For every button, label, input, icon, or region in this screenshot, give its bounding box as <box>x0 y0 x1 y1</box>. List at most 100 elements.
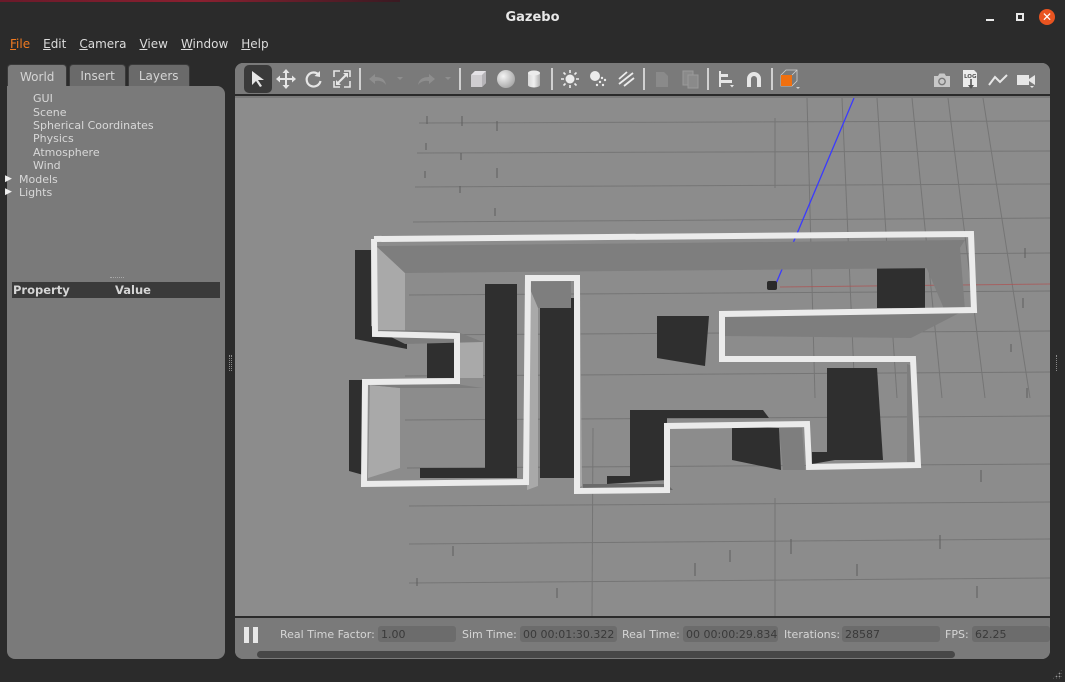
spot-light-button[interactable] <box>584 65 612 93</box>
menu-help-mnemonic: H <box>241 37 251 51</box>
minimize-button[interactable] <box>975 0 1005 34</box>
tree-item-lights[interactable]: ▶ Lights <box>5 186 154 199</box>
translate-mode-button[interactable] <box>272 65 300 93</box>
close-button[interactable]: ✕ <box>1035 0 1065 34</box>
toolbar-separator <box>771 67 773 90</box>
status-fields: Real Time Factor: 1.00 Sim Time: 00 00:0… <box>235 626 1050 644</box>
menu-edit-label: dit <box>50 37 67 51</box>
cylinder-shape-button[interactable] <box>520 65 548 93</box>
left-panel-tabs: World Insert Layers <box>7 64 192 88</box>
view-angle-button[interactable] <box>776 65 804 93</box>
menu-help-label: elp <box>250 37 269 51</box>
tab-insert[interactable]: Insert <box>69 64 126 87</box>
status-bar: Real Time Factor: 1.00 Sim Time: 00 00:0… <box>235 616 1050 659</box>
tree-item-label: Spherical Coordinates <box>33 118 154 132</box>
align-button[interactable] <box>712 65 740 93</box>
tree-item-models[interactable]: ▶ Models <box>5 172 154 186</box>
undo-button[interactable] <box>364 65 392 93</box>
paste-button[interactable] <box>676 65 704 93</box>
menu-window[interactable]: Window <box>176 37 233 51</box>
sim-time-value: 00 00:01:30.322 <box>520 626 617 642</box>
horizontal-scrollbar[interactable] <box>257 651 955 658</box>
tab-layers[interactable]: Layers <box>127 64 190 87</box>
view-cube-icon <box>780 69 800 89</box>
snap-button[interactable] <box>740 65 768 93</box>
panel-splitter-handle[interactable] <box>110 277 124 280</box>
scene-render <box>349 98 1050 616</box>
menu-bar: File Edit Camera View Window Help <box>0 34 277 54</box>
tree-item-spherical-coordinates[interactable]: Spherical Coordinates <box>19 119 154 132</box>
maximize-button[interactable] <box>1005 0 1035 34</box>
magnet-icon <box>747 71 761 87</box>
window-title: Gazebo <box>505 9 560 25</box>
scene-toolbar: LOG <box>235 63 1050 96</box>
plot-icon <box>988 73 1008 86</box>
align-icon <box>719 70 734 87</box>
video-record-button[interactable] <box>1012 66 1040 94</box>
menu-edit[interactable]: Edit <box>38 37 71 51</box>
menu-window-label: indow <box>192 37 229 51</box>
menu-help[interactable]: Help <box>236 37 273 51</box>
tree-item-gui[interactable]: GUI <box>19 92 154 105</box>
world-tree: GUI Scene Spherical Coordinates Physics … <box>5 92 154 199</box>
directional-light-icon <box>618 70 635 87</box>
plot-button[interactable] <box>984 66 1012 94</box>
redo-icon <box>418 73 435 85</box>
menu-window-mnemonic: W <box>180 37 193 51</box>
sphere-shape-button[interactable] <box>492 65 520 93</box>
wall-shadows <box>349 250 925 484</box>
window-resize-grip[interactable] <box>1052 669 1062 679</box>
real-time-label: Real Time: <box>622 628 680 641</box>
tree-item-label: Scene <box>33 105 67 119</box>
tree-item-physics[interactable]: Physics <box>19 132 154 145</box>
left-splitter-handle[interactable] <box>229 355 232 371</box>
expand-arrow-icon[interactable]: ▶ <box>5 187 19 197</box>
move-arrows-icon <box>276 68 296 89</box>
tree-item-scene[interactable]: Scene <box>19 105 154 119</box>
box-shape-button[interactable] <box>464 65 492 93</box>
tree-item-label: Wind <box>33 159 61 173</box>
tree-item-label: Physics <box>33 132 74 146</box>
redo-button[interactable] <box>412 65 440 93</box>
redo-history-dropdown[interactable] <box>440 65 456 93</box>
undo-icon <box>369 73 386 85</box>
menu-file-label: ile <box>16 37 31 51</box>
tab-world[interactable]: World <box>7 64 68 88</box>
screenshot-button[interactable] <box>928 66 956 94</box>
expand-arrow-icon[interactable]: ▶ <box>5 174 19 184</box>
copy-button[interactable] <box>648 65 676 93</box>
scene-frame: LOG Real Time Factor: 1.00 Sim Time: 00 … <box>235 63 1050 659</box>
camera-icon <box>934 73 950 87</box>
iterations-value: 28587 <box>842 626 940 642</box>
menu-file[interactable]: File <box>5 37 35 51</box>
tree-item-wind[interactable]: Wind <box>19 159 154 172</box>
menu-view[interactable]: View <box>134 37 172 51</box>
iterations-label: Iterations: <box>784 628 841 641</box>
point-light-button[interactable] <box>556 65 584 93</box>
video-camera-icon <box>1017 74 1035 88</box>
menu-camera[interactable]: Camera <box>74 37 131 51</box>
rotate-mode-button[interactable] <box>300 65 328 93</box>
chevron-down-icon <box>445 76 451 80</box>
tree-item-atmosphere[interactable]: Atmosphere <box>19 146 154 159</box>
select-mode-button[interactable] <box>244 64 272 93</box>
scale-mode-button[interactable] <box>328 65 356 93</box>
directional-light-button[interactable] <box>612 65 640 93</box>
undo-history-dropdown[interactable] <box>392 65 408 93</box>
world-panel: GUI Scene Spherical Coordinates Physics … <box>5 86 225 659</box>
copy-icon <box>656 71 668 87</box>
gazebo-window: Gazebo ✕ File Edit Camera View Window He… <box>0 0 1065 682</box>
right-splitter-handle[interactable] <box>1056 355 1059 371</box>
toolbar-separator <box>551 67 553 90</box>
fps-label: FPS: <box>945 628 969 641</box>
sun-icon <box>561 69 579 88</box>
scale-icon <box>333 69 351 88</box>
log-button[interactable]: LOG <box>956 66 984 94</box>
toolbar-separator <box>359 67 361 90</box>
maximize-icon <box>1016 13 1024 21</box>
3d-viewport[interactable] <box>235 98 1050 616</box>
menu-edit-mnemonic: E <box>43 37 51 51</box>
toolbar-separator <box>459 67 461 90</box>
cylinder-icon <box>528 70 540 87</box>
property-table-header: Property Value <box>12 282 220 298</box>
